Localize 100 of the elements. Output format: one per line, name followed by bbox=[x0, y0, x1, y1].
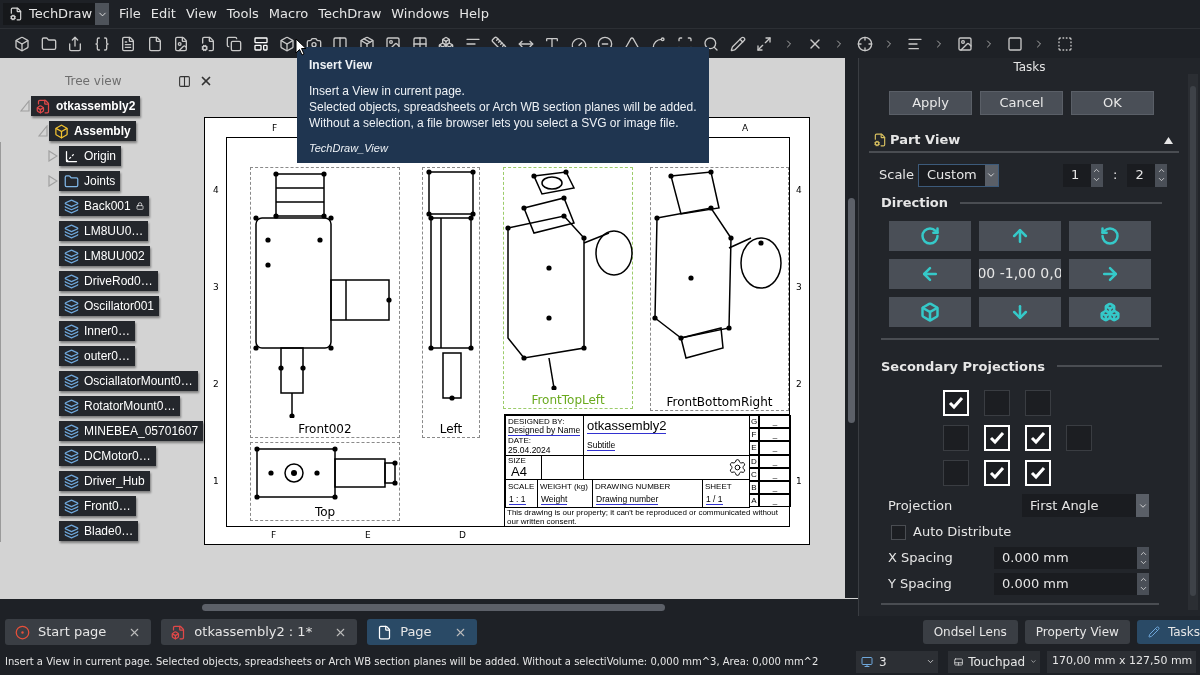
check-icon bbox=[989, 466, 1005, 480]
projection-checkbox[interactable] bbox=[984, 390, 1010, 416]
field-caption: SHEET bbox=[705, 482, 732, 491]
cube-icon[interactable] bbox=[14, 35, 30, 52]
vertical-scrollbar[interactable] bbox=[1188, 74, 1198, 610]
tree-item[interactable]: Assembly bbox=[49, 121, 136, 141]
field-label: Scale bbox=[879, 166, 914, 185]
page-icon[interactable] bbox=[199, 35, 216, 52]
menu-item[interactable]: Macro bbox=[264, 4, 313, 24]
gear-logo-icon bbox=[728, 458, 747, 477]
part-icon bbox=[64, 448, 79, 464]
vertical-scrollbar[interactable] bbox=[845, 58, 858, 598]
direction-field[interactable]: 00 -1,00 0,0 bbox=[979, 258, 1061, 289]
direction-button[interactable] bbox=[1069, 220, 1151, 251]
dialog-button[interactable]: OK bbox=[1071, 91, 1154, 115]
view-frame[interactable]: FrontBottomRight bbox=[650, 167, 789, 411]
collapse-arrow-icon[interactable] bbox=[1164, 136, 1173, 144]
dropdown-icon bbox=[1030, 657, 1037, 666]
part-icon bbox=[64, 223, 79, 239]
panel-tab[interactable]: Tasks bbox=[1136, 620, 1200, 644]
folder-icon[interactable] bbox=[40, 35, 57, 52]
document-tab[interactable]: Page bbox=[367, 619, 477, 645]
dock-icon[interactable] bbox=[178, 74, 191, 88]
view-frame[interactable]: Front002 bbox=[250, 167, 400, 438]
tree-item[interactable]: LM8UU0… bbox=[59, 221, 149, 241]
document-tab[interactable]: Start page bbox=[5, 619, 152, 645]
tree-item[interactable]: DriveRod0… bbox=[59, 271, 158, 291]
page-icon[interactable] bbox=[120, 35, 136, 52]
direction-button[interactable] bbox=[889, 296, 971, 327]
export-icon[interactable] bbox=[67, 35, 83, 52]
tree-item[interactable]: LM8UU002 bbox=[59, 246, 150, 266]
view-frame[interactable]: Left bbox=[422, 167, 480, 438]
tree-item[interactable]: Origin bbox=[59, 146, 121, 166]
menu-item[interactable]: Windows bbox=[387, 4, 454, 24]
dialog-button[interactable]: Apply bbox=[889, 91, 972, 115]
field-caption: DRAWING NUMBER bbox=[595, 482, 671, 491]
braces-icon[interactable] bbox=[93, 35, 110, 52]
number-spinbox[interactable]: 1 bbox=[1063, 163, 1103, 187]
direction-button[interactable] bbox=[889, 220, 971, 251]
panel-tab[interactable]: Ondsel Lens bbox=[922, 620, 1018, 644]
field-caption: DATE: bbox=[508, 436, 531, 445]
status-dropdown[interactable]: 3 bbox=[856, 650, 938, 673]
tooltip-text: Selected objects, spreadsheets or Arch WB section planes will be added. bbox=[309, 99, 697, 115]
view-label: Top bbox=[313, 505, 337, 519]
page-icon[interactable] bbox=[173, 35, 189, 52]
view-frame[interactable]: Top bbox=[250, 442, 400, 521]
tree-item[interactable]: Back001 bbox=[59, 196, 149, 216]
copy-icon[interactable] bbox=[226, 35, 242, 52]
cube-icon[interactable] bbox=[279, 35, 295, 52]
projection-checkbox[interactable] bbox=[943, 425, 969, 451]
direction-button[interactable] bbox=[1069, 258, 1151, 289]
crosshair-icon[interactable] bbox=[856, 35, 873, 52]
menu-item[interactable]: Edit bbox=[146, 4, 180, 24]
projection-checkbox[interactable] bbox=[1025, 390, 1051, 416]
zone-label: E bbox=[365, 531, 371, 540]
tree-item[interactable]: RotatorMount0… bbox=[59, 396, 181, 416]
field-caption: WEIGHT (kg) bbox=[540, 482, 588, 491]
projection-checkbox[interactable] bbox=[1066, 425, 1092, 451]
check-icon bbox=[948, 396, 964, 410]
menu-item[interactable]: Tools bbox=[222, 4, 263, 24]
tree-item[interactable]: Driver_Hub bbox=[59, 471, 150, 491]
menu-item[interactable]: View bbox=[181, 4, 221, 24]
dimensions-dropdown[interactable]: 170,00 mm x 127,50 mm bbox=[1047, 650, 1196, 673]
panel-tab[interactable]: Property View bbox=[1024, 620, 1130, 644]
tree-item[interactable]: Front0… bbox=[59, 496, 136, 516]
decrement-icon bbox=[1156, 175, 1166, 184]
spacing-spinbox[interactable]: 0.000 mm bbox=[994, 547, 1149, 569]
tree-item[interactable]: Inner0… bbox=[59, 321, 136, 341]
menu-item[interactable]: TechDraw bbox=[314, 4, 386, 24]
part-icon bbox=[64, 248, 79, 264]
part-icon bbox=[64, 323, 79, 339]
number-spinbox[interactable]: 2 bbox=[1127, 163, 1168, 187]
spacing-spinbox[interactable]: 0.000 mm bbox=[994, 573, 1149, 595]
checkbox[interactable] bbox=[891, 524, 906, 540]
group-title: Direction bbox=[881, 194, 949, 212]
menu-item[interactable]: Help bbox=[455, 4, 493, 24]
tree-item[interactable]: MINEBEA_05701607 bbox=[59, 421, 204, 441]
tree-item[interactable]: otkassembly2 bbox=[31, 96, 141, 116]
direction-button[interactable] bbox=[889, 258, 971, 289]
projection-checkbox[interactable] bbox=[943, 460, 969, 486]
horizontal-scrollbar[interactable] bbox=[0, 599, 858, 616]
tree-item[interactable]: Oscillator001 bbox=[59, 296, 160, 316]
workbench-dropdown[interactable]: TechDraw bbox=[3, 3, 109, 25]
document-tab[interactable]: otkassembly2 : 1* bbox=[161, 619, 358, 645]
navigation-dropdown[interactable]: Touchpad bbox=[948, 650, 1040, 673]
projection-dropdown[interactable]: First Angle bbox=[1022, 494, 1149, 517]
tree-item[interactable]: outer0… bbox=[59, 346, 136, 366]
direction-button[interactable] bbox=[979, 220, 1061, 251]
tree-item[interactable]: Blade0… bbox=[59, 521, 139, 541]
tree-item[interactable]: Joints bbox=[59, 171, 121, 191]
dialog-button[interactable]: Cancel bbox=[980, 91, 1063, 115]
direction-button[interactable] bbox=[1069, 296, 1151, 327]
tree-item[interactable]: DCMotor0… bbox=[59, 446, 156, 466]
tree-item[interactable]: OsciallatorMount0… bbox=[59, 371, 198, 391]
scale-dropdown[interactable]: Custom bbox=[918, 163, 999, 187]
close-icon[interactable] bbox=[199, 74, 213, 88]
menu-item[interactable]: File bbox=[115, 4, 145, 24]
direction-button[interactable] bbox=[979, 296, 1061, 327]
revision-letter: E bbox=[749, 441, 759, 455]
page-icon[interactable] bbox=[146, 35, 163, 52]
